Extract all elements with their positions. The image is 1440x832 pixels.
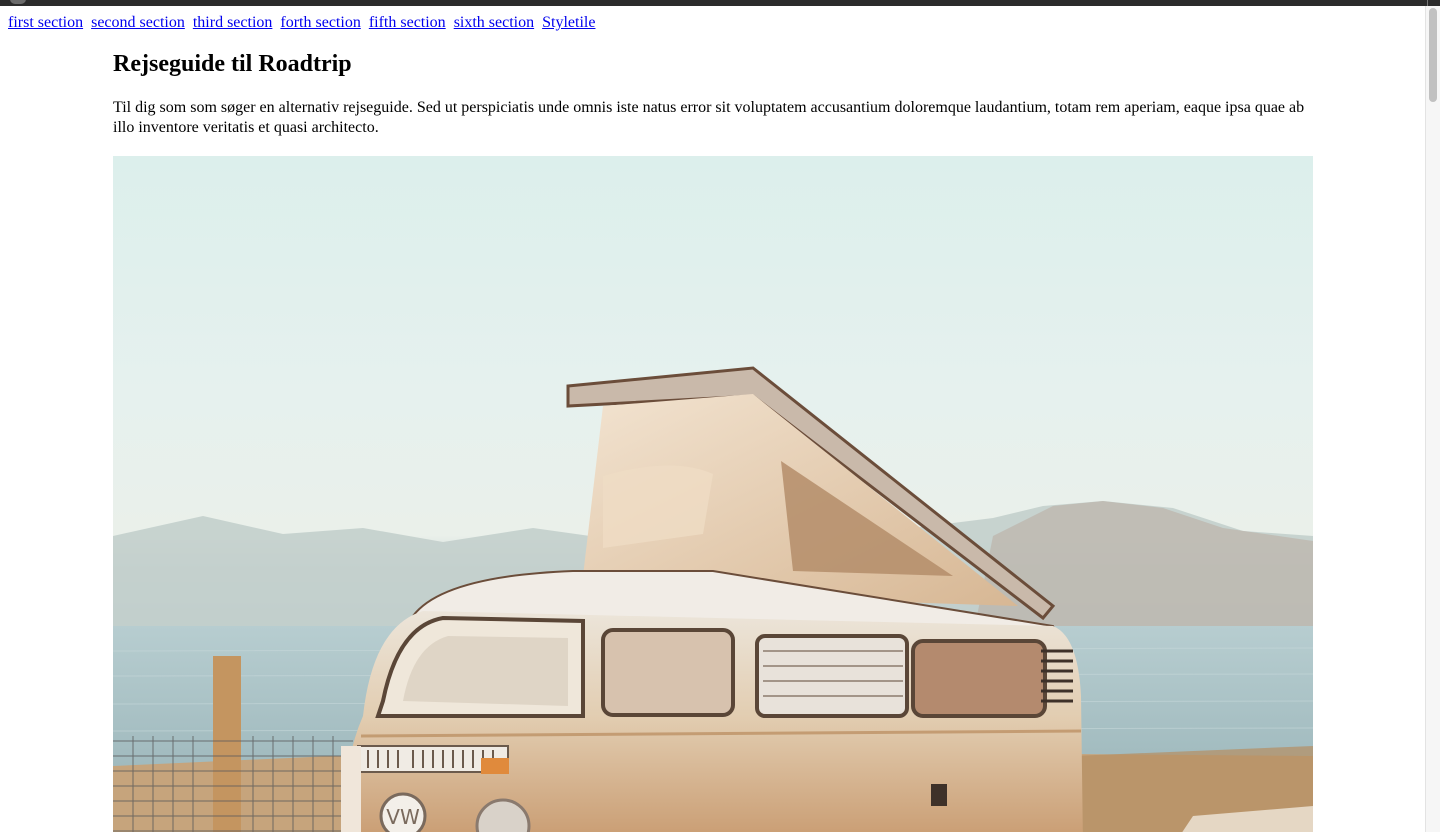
nav-link-second-section[interactable]: second section: [91, 14, 185, 31]
intro-paragraph: Til dig som som søger en alternativ rejs…: [113, 99, 1305, 136]
page-title: Rejseguide til Roadtrip: [113, 51, 352, 77]
vw-emblem-icon: VW: [386, 805, 420, 829]
nav-link-first-section[interactable]: first section: [8, 14, 83, 31]
window-control-icon: [10, 0, 26, 4]
page-viewport: first section second section third secti…: [0, 6, 1425, 832]
hero-image-camper-van: VW: [113, 156, 1313, 832]
scrollbar-thumb[interactable]: [1429, 8, 1437, 102]
nav-link-forth-section[interactable]: forth section: [280, 14, 360, 31]
nav-link-fifth-section[interactable]: fifth section: [369, 14, 446, 31]
camper-van-illustration: VW: [113, 366, 1313, 832]
article-header: Rejseguide til Roadtrip Til dig som som …: [113, 50, 1313, 138]
vertical-scrollbar[interactable]: [1425, 6, 1440, 832]
nav-link-sixth-section[interactable]: sixth section: [454, 14, 534, 31]
nav-link-third-section[interactable]: third section: [193, 14, 273, 31]
section-nav: first section second section third secti…: [8, 14, 599, 32]
nav-link-styletile[interactable]: Styletile: [542, 14, 595, 31]
